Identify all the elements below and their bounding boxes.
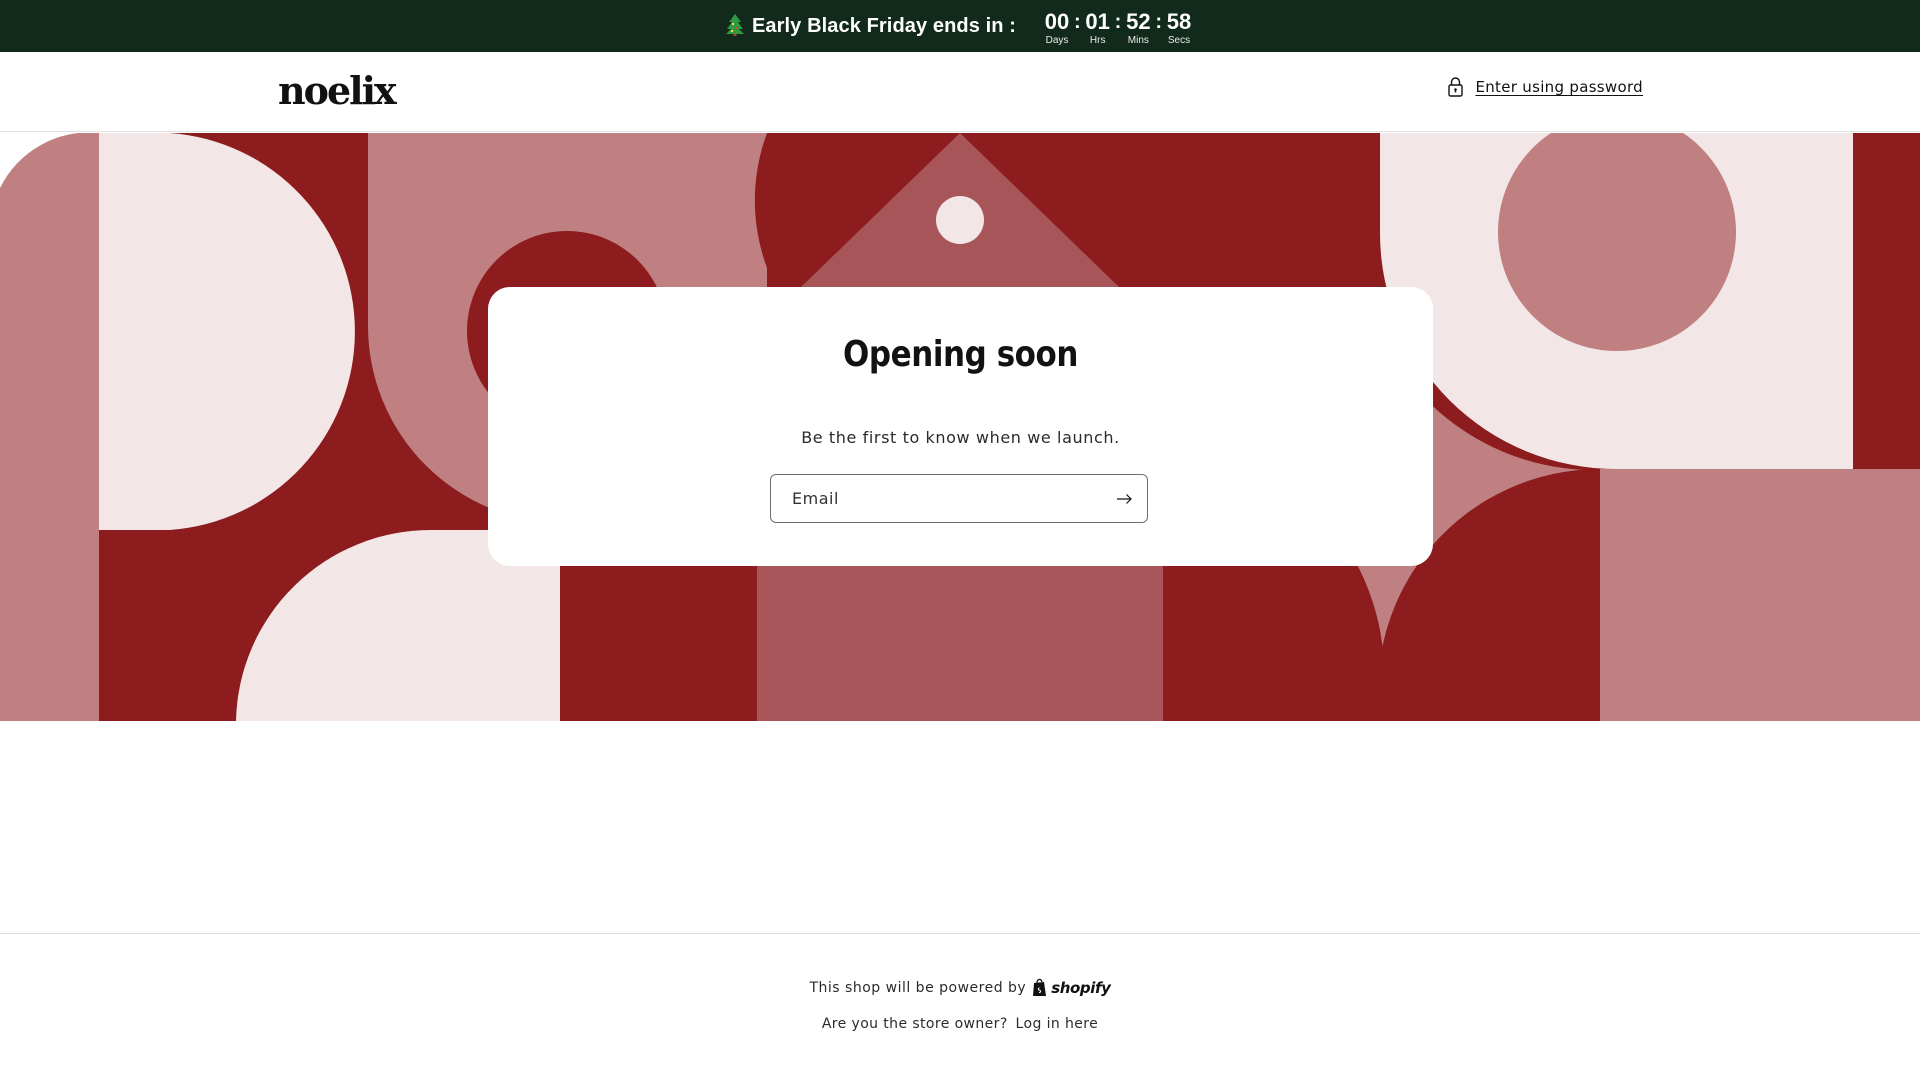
newsletter-subtitle: Be the first to know when we launch. <box>801 428 1120 447</box>
arrow-right-icon <box>1117 493 1132 504</box>
countdown-separator: : <box>1114 11 1122 33</box>
shopify-wordmark: shopify <box>1051 978 1111 997</box>
enter-password-link[interactable]: Enter using password <box>1447 76 1643 98</box>
powered-by: This shop will be powered by shopify <box>0 978 1920 997</box>
shopify-link[interactable]: shopify <box>1032 978 1111 997</box>
christmas-tree-icon <box>725 14 744 36</box>
store-owner-line: Are you the store owner? Log in here <box>0 1016 1920 1032</box>
countdown-separator: : <box>1074 11 1081 33</box>
countdown-minutes-label: Mins <box>1127 35 1149 46</box>
countdown-days-value: 00 <box>1044 9 1070 34</box>
countdown-seconds-label: Secs <box>1167 35 1191 46</box>
countdown-headline: Early Black Friday ends in : <box>751 14 1016 37</box>
countdown-days: 00 Days <box>1042 11 1072 47</box>
enter-password-label: Enter using password <box>1475 78 1643 96</box>
countdown-timer: 00 Days : 01 Hrs : 52 Mins : 58 Secs <box>1042 6 1194 47</box>
powered-by-text: This shop will be powered by <box>809 979 1027 996</box>
email-field[interactable] <box>771 475 1091 522</box>
announcement-bar: Early Black Friday ends in : 00 Days : 0… <box>0 0 1920 52</box>
countdown-seconds-value: 58 <box>1166 9 1192 34</box>
lock-icon <box>1448 77 1464 97</box>
store-logo[interactable]: noelix <box>278 68 397 113</box>
subscribe-button[interactable] <box>1103 475 1147 522</box>
store-owner-question: Are you the store owner? <box>821 1016 1008 1032</box>
hero-banner: Opening soon Be the first to know when w… <box>0 133 1920 721</box>
newsletter-form <box>770 474 1148 523</box>
countdown-minutes-value: 52 <box>1126 9 1151 34</box>
page-title: Opening soon <box>843 334 1078 375</box>
countdown-minutes: 52 Mins <box>1123 11 1153 47</box>
countdown-hours: 01 Hrs <box>1083 11 1113 47</box>
login-link[interactable]: Log in here <box>1016 1016 1099 1032</box>
countdown-hours-value: 01 <box>1085 9 1110 34</box>
site-header: noelix Enter using password <box>0 52 1920 132</box>
countdown-seconds: 58 Secs <box>1164 11 1194 47</box>
site-footer: This shop will be powered by shopify Are… <box>0 933 1920 1080</box>
countdown-days-label: Days <box>1045 35 1069 46</box>
countdown-separator: : <box>1155 11 1163 33</box>
newsletter-card: Opening soon Be the first to know when w… <box>488 287 1433 566</box>
shopify-bag-icon <box>1033 978 1047 996</box>
countdown-hours-label: Hrs <box>1089 35 1106 46</box>
